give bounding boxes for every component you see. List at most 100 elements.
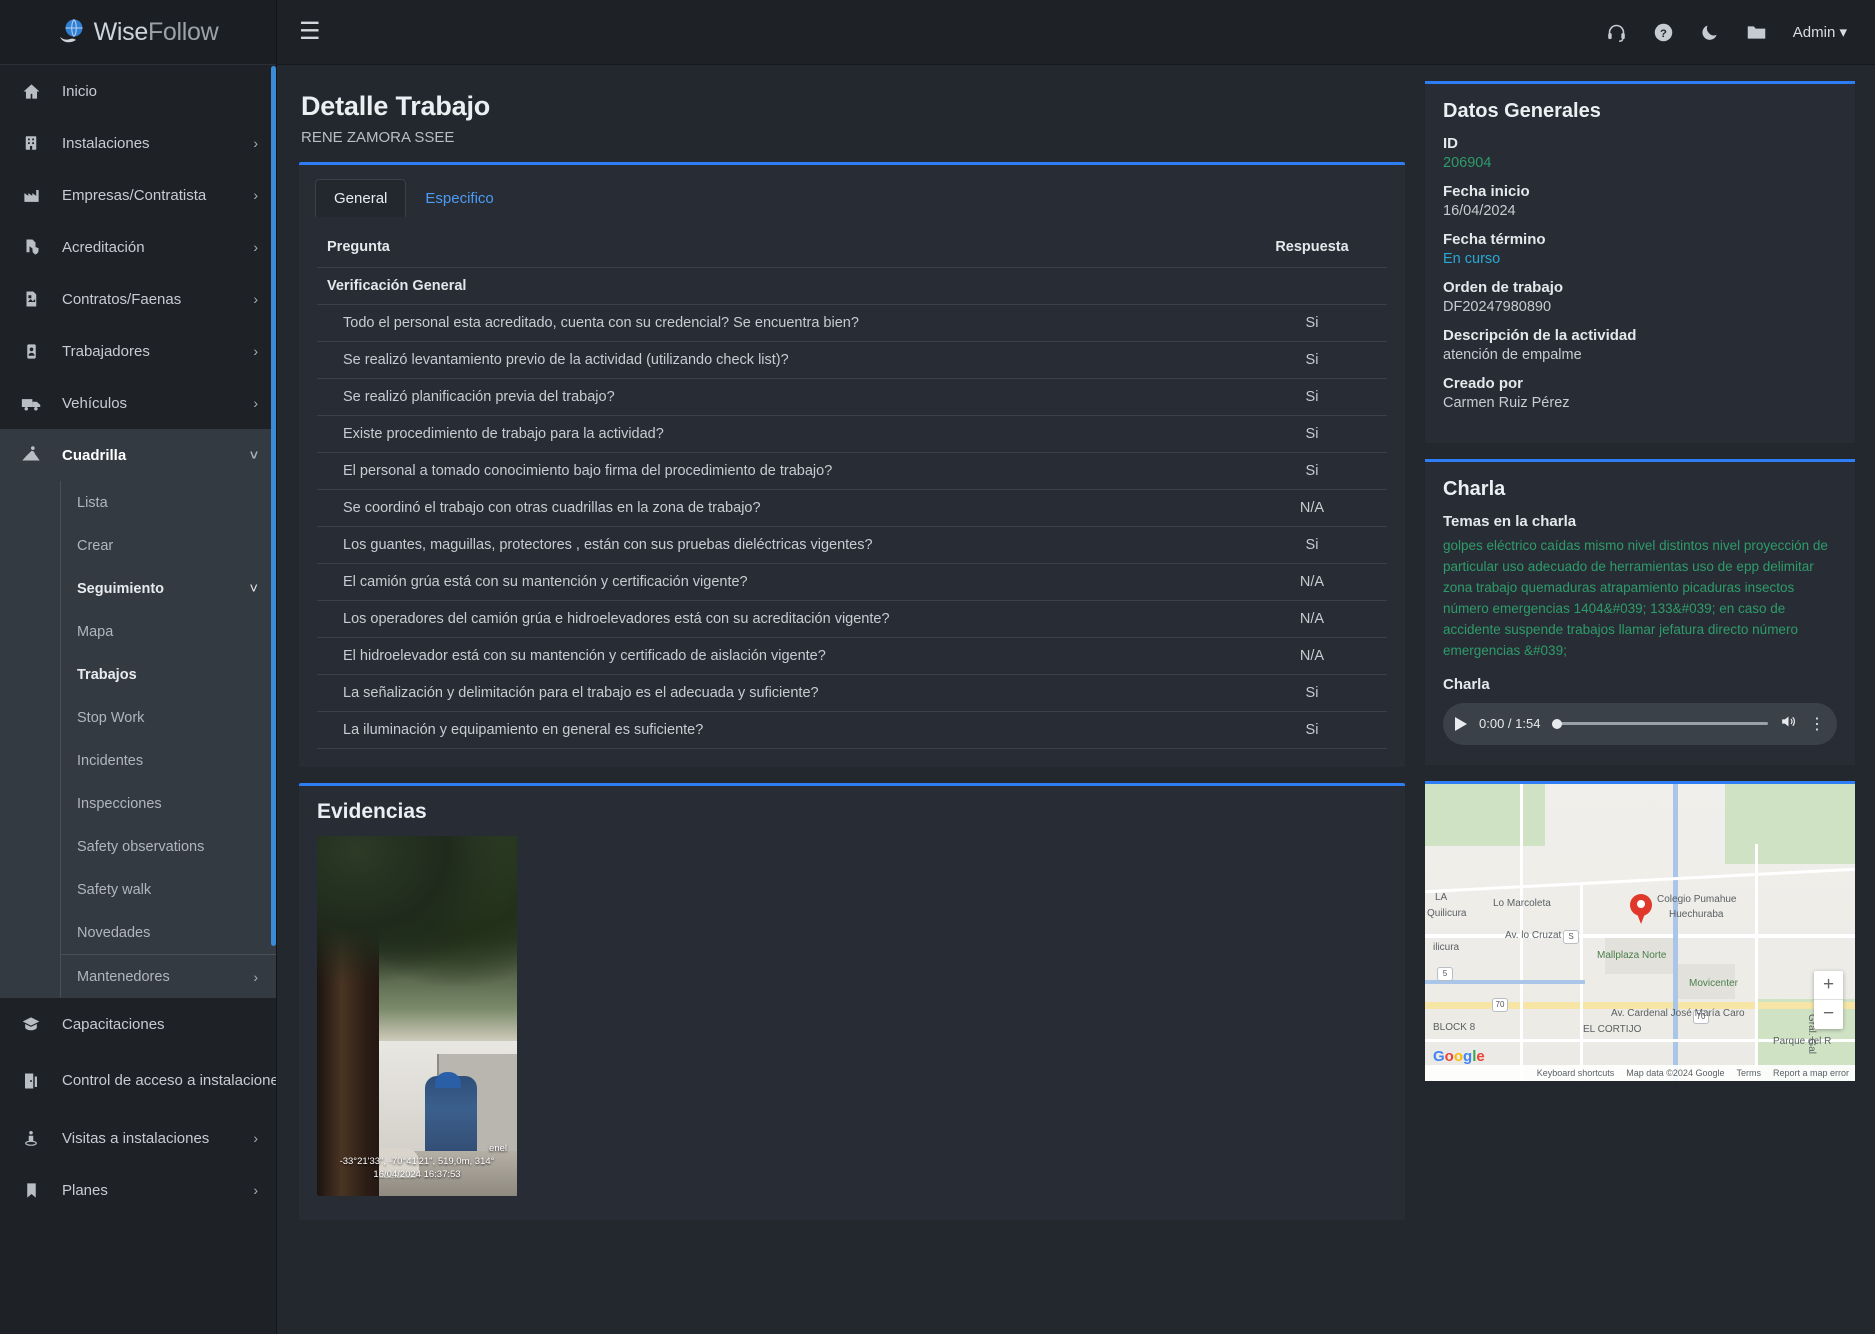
field-label: Orden de trabajo <box>1443 279 1564 296</box>
map-report-error-link[interactable]: Report a map error <box>1773 1068 1849 1078</box>
left-column: Detalle Trabajo RENE ZAMORA SSEE General… <box>299 81 1405 1334</box>
field-id: ID 206904 <box>1443 135 1837 171</box>
admin-menu[interactable]: Admin ▾ <box>1793 23 1847 41</box>
sidebar-item-label: Instalaciones <box>62 134 150 152</box>
tab-general[interactable]: General <box>315 179 407 217</box>
sidebar-item-incidentes[interactable]: Incidentes <box>0 739 276 782</box>
map-footer: Keyboard shortcuts Map data ©2024 Google… <box>1425 1064 1855 1081</box>
question-text: Los guantes, maguillas, protectores , es… <box>317 526 1237 564</box>
map-terms-link[interactable]: Terms <box>1736 1068 1761 1078</box>
brand-logo[interactable]: WiseFollow <box>0 0 276 65</box>
volume-icon[interactable] <box>1780 713 1797 734</box>
chevron-right-icon: › <box>253 1182 258 1198</box>
zoom-in-button[interactable]: + <box>1814 971 1843 1000</box>
sidebar-item-trabajadores[interactable]: Trabajadores › <box>0 325 276 377</box>
map-keyboard-shortcuts[interactable]: Keyboard shortcuts <box>1537 1068 1615 1078</box>
sidebar-item-safety-walk[interactable]: Safety walk <box>0 868 276 911</box>
sidebar-item-acreditacion[interactable]: Acreditación › <box>0 221 276 273</box>
evidencias-card: Evidencias enel -33°21'33", -70°41'21", … <box>299 783 1405 1220</box>
contract-icon <box>0 290 62 308</box>
chevron-right-icon: › <box>253 187 258 203</box>
audio-progress-slider[interactable] <box>1552 718 1768 729</box>
sidebar-item-vehiculos[interactable]: Vehículos › <box>0 377 276 429</box>
folder-icon[interactable] <box>1746 22 1767 43</box>
sidebar-item-inspecciones[interactable]: Inspecciones <box>0 782 276 825</box>
sidebar-item-seguimiento[interactable]: Seguimiento ˅ <box>0 567 276 610</box>
sidebar-item-trabajos[interactable]: Trabajos <box>0 653 276 696</box>
sidebar-item-lista[interactable]: Lista <box>0 481 276 524</box>
questions-table: Pregunta Respuesta Verificación General … <box>317 231 1387 749</box>
photo-foliage <box>317 836 517 986</box>
audio-player[interactable]: 0:00 / 1:54 ⋮ <box>1443 702 1837 745</box>
sidebar-item-label: Mapa <box>77 623 114 640</box>
sidebar-item-visitas-a-instalaciones[interactable]: Visitas a instalaciones › <box>0 1112 276 1164</box>
sidebar-item-instalaciones[interactable]: Instalaciones › <box>0 117 276 169</box>
charla-topics-text: golpes eléctrico caídas mismo nivel dist… <box>1443 538 1828 658</box>
play-icon[interactable] <box>1455 716 1467 731</box>
help-circle-icon[interactable]: ? <box>1653 22 1674 43</box>
chevron-right-icon: › <box>253 135 258 151</box>
zoom-out-button[interactable]: − <box>1814 1000 1843 1029</box>
sidebar-scrollbar[interactable] <box>271 66 276 946</box>
moon-icon[interactable] <box>1700 22 1720 42</box>
sidebar-item-inicio[interactable]: Inicio <box>0 65 276 117</box>
tab-especifico[interactable]: Especifico <box>406 179 512 217</box>
factory-icon <box>0 186 62 205</box>
map-label: Quilicura <box>1427 907 1467 919</box>
map-attribution: Map data ©2024 Google <box>1626 1067 1725 1078</box>
field-label: Fecha término <box>1443 231 1546 248</box>
sidebar-item-label: Inspecciones <box>77 795 162 812</box>
chevron-down-icon: ˅ <box>249 580 258 597</box>
page-title: Detalle Trabajo <box>301 91 491 121</box>
sidebar-item-novedades[interactable]: Novedades <box>0 911 276 954</box>
id-badge-icon <box>0 343 62 360</box>
question-text: El personal a tomado conocimiento bajo f… <box>317 452 1237 490</box>
question-text: El hidroelevador está con su mantención … <box>317 637 1237 675</box>
sidebar-item-crear[interactable]: Crear <box>0 524 276 567</box>
answer-value: Si <box>1237 526 1387 564</box>
admin-label: Admin <box>1792 24 1836 41</box>
page-subtitle: RENE ZAMORA SSEE <box>301 129 455 146</box>
hamburger-menu-icon[interactable]: ☰ <box>299 20 321 44</box>
field-label: Creado por <box>1443 375 1524 392</box>
map-label: Av. lo Cruzat <box>1505 929 1562 941</box>
sidebar: WiseFollow Inicio Instalaciones › Empres… <box>0 0 277 1334</box>
map-label: Parque del R <box>1773 1035 1832 1047</box>
sidebar-item-empresas-contratista[interactable]: Empresas/Contratista › <box>0 169 276 221</box>
table-row: Todo el personal esta acreditado, cuenta… <box>317 304 1387 342</box>
photo-timestamp: 16/04/2024 16:37:53 <box>373 1169 461 1181</box>
table-row: Se coordinó el trabajo con otras cuadril… <box>317 489 1387 527</box>
section-answer-empty <box>1237 267 1387 305</box>
field-descripcion-actividad: Descripción de la actividad atención de … <box>1443 327 1837 363</box>
sidebar-item-stop-work[interactable]: Stop Work <box>0 696 276 739</box>
field-value: 16/04/2024 <box>1443 203 1516 219</box>
map-zoom-controls[interactable]: + − <box>1814 970 1843 1029</box>
questions-table-body: Verificación General Todo el personal es… <box>317 267 1387 749</box>
field-creado-por: Creado por Carmen Ruiz Pérez <box>1443 375 1837 411</box>
kebab-menu-icon[interactable]: ⋮ <box>1809 714 1825 734</box>
sidebar-item-safety-observations[interactable]: Safety observations <box>0 825 276 868</box>
map-label: Av. Cardenal José María Caro <box>1611 1007 1745 1019</box>
sidebar-item-cuadrilla[interactable]: Cuadrilla ˅ <box>0 429 276 481</box>
chevron-right-icon: › <box>253 1130 258 1146</box>
sidebar-item-contratos-faenas[interactable]: Contratos/Faenas › <box>0 273 276 325</box>
sidebar-item-mantenedores[interactable]: Mantenedores › <box>0 955 276 998</box>
question-text: El camión grúa está con su mantención y … <box>317 563 1237 601</box>
chevron-right-icon: › <box>253 395 258 411</box>
answer-value: N/A <box>1237 563 1387 601</box>
datos-generales-card: Datos Generales ID 206904 Fecha inicio 1… <box>1425 81 1855 443</box>
map-card[interactable]: S 70 70 5 LA Quilicura Lo Marcoleta ilic… <box>1425 780 1855 1081</box>
headset-icon[interactable] <box>1606 22 1627 43</box>
map-marker-pin[interactable] <box>1630 893 1652 924</box>
sidebar-item-planes[interactable]: Planes › <box>0 1164 276 1216</box>
chevron-right-icon: › <box>253 968 258 985</box>
evidence-photo[interactable]: enel -33°21'33", -70°41'21", 519,0m, 314… <box>317 836 517 1196</box>
sidebar-item-label: Lista <box>77 494 108 511</box>
sidebar-item-label: Vehículos <box>62 394 128 412</box>
sidebar-item-label: Visitas a instalaciones <box>62 1129 210 1147</box>
map-label: Lo Marcoleta <box>1493 897 1551 909</box>
table-row: La iluminación y equipamiento en general… <box>317 711 1387 749</box>
sidebar-item-capacitaciones[interactable]: Capacitaciones <box>0 998 276 1050</box>
sidebar-item-mapa[interactable]: Mapa <box>0 610 276 653</box>
sidebar-item-control-de-acceso[interactable]: Control de acceso a instalaciones <box>0 1050 276 1112</box>
